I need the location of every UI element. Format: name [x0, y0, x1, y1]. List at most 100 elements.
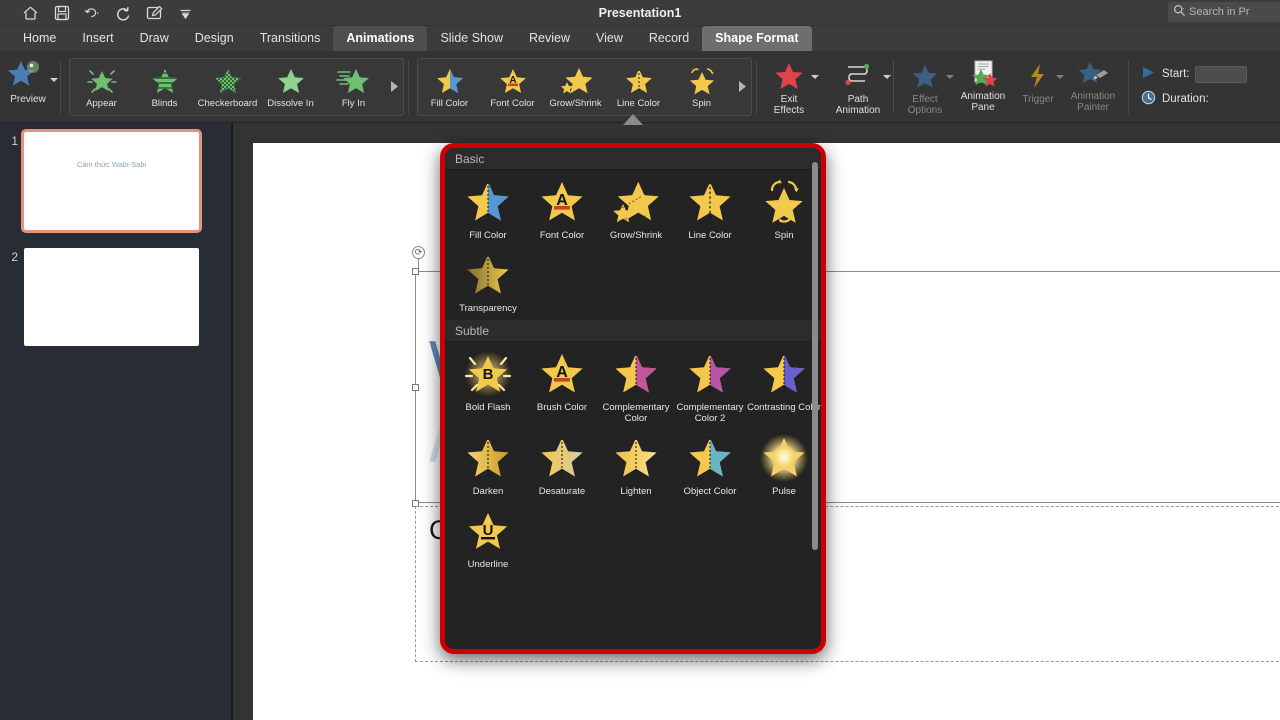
preview-button[interactable]: Preview	[0, 54, 58, 120]
thumbnail-row-2: 2	[2, 248, 199, 346]
dropdown-effect-complementary-color[interactable]: Complementary Color	[599, 346, 673, 428]
effect-appear[interactable]: Appear	[70, 59, 133, 115]
animation-pane-icon	[967, 55, 999, 91]
tab-design[interactable]: Design	[182, 26, 247, 51]
effect-label: Complementary Color 2	[676, 402, 744, 424]
tab-draw[interactable]: Draw	[127, 26, 182, 51]
tab-transitions[interactable]: Transitions	[247, 26, 334, 51]
edit-mode-icon[interactable]	[146, 5, 163, 22]
dropdown-effect-spin[interactable]: Spin	[747, 174, 821, 245]
effect-font-color[interactable]: A Font Color	[481, 59, 544, 115]
start-select[interactable]	[1195, 65, 1248, 83]
dropdown-effect-pulse[interactable]: Pulse	[747, 430, 821, 501]
star-contrasting-color-icon	[757, 346, 811, 402]
motion-path-icon	[841, 58, 875, 94]
tab-view[interactable]: View	[583, 26, 636, 51]
effect-label: Blinds	[151, 97, 178, 109]
slide-thumbnail-1-title: Cảm thức Wabi-Sabi	[76, 160, 147, 169]
chevron-down-icon[interactable]	[50, 70, 58, 88]
path-animation-button[interactable]: Path Animation	[827, 51, 891, 122]
effect-label: Object Color	[683, 486, 737, 497]
undo-icon[interactable]	[84, 5, 101, 22]
rotate-handle-icon[interactable]: ⟳	[412, 246, 425, 259]
customize-toolbar-icon[interactable]	[177, 5, 194, 22]
chevron-down-icon[interactable]	[883, 67, 891, 85]
search-icon	[1173, 4, 1186, 20]
effect-label: Checkerboard	[197, 97, 258, 109]
star-font-color-icon: A	[495, 65, 531, 98]
animation-pane-label-line2: Pane	[971, 102, 995, 113]
dropdown-effect-fill-color[interactable]: Fill Color	[451, 174, 525, 245]
tab-animations[interactable]: Animations	[333, 26, 428, 51]
animation-pane-button[interactable]: Animation Pane	[952, 51, 1014, 117]
star-line-color-icon	[621, 65, 657, 98]
dropdown-effect-contrasting-color[interactable]: Contrasting Color	[747, 346, 821, 428]
dropdown-effect-lighten[interactable]: Lighten	[599, 430, 673, 501]
thumbnail-row-1: 1 Cảm thức Wabi-Sabi	[2, 129, 202, 233]
ribbon-group-entrance-effects: Appear Blinds Checkerboard Dissolve In F…	[65, 51, 404, 122]
dropdown-effect-brush-color[interactable]: A Brush Color	[525, 346, 599, 428]
save-icon[interactable]	[53, 5, 70, 22]
effect-options-button[interactable]: Effect Options	[898, 51, 954, 122]
tab-insert[interactable]: Insert	[69, 26, 126, 51]
effect-fill-color[interactable]: Fill Color	[418, 59, 481, 115]
effect-blinds[interactable]: Blinds	[133, 59, 196, 115]
ribbon-group-emphasis-effects: Fill Color A Font Color Grow/Shrink Line…	[413, 51, 752, 122]
duration-label: Duration:	[1162, 92, 1209, 105]
emphasis-gallery-more-icon[interactable]	[733, 59, 751, 115]
chevron-down-icon[interactable]	[946, 67, 954, 85]
effect-label: Fill Color	[430, 97, 469, 109]
exit-effects-button[interactable]: Exit Effects	[761, 51, 819, 122]
trigger-button[interactable]: Trigger	[1014, 51, 1064, 122]
star-font-color-icon: A	[535, 174, 589, 230]
title-bar: Presentation1 Search in Pr	[0, 0, 1280, 26]
star-line-color-icon	[683, 174, 737, 230]
dropdown-effect-desaturate[interactable]: Desaturate	[525, 430, 599, 501]
dropdown-effect-grow-shrink[interactable]: Grow/Shrink	[599, 174, 673, 245]
chevron-down-icon[interactable]	[811, 67, 819, 85]
dropdown-effect-complementary-color-2[interactable]: Complementary Color 2	[673, 346, 747, 428]
effect-label: Line Color	[616, 97, 661, 109]
tab-review[interactable]: Review	[516, 26, 583, 51]
dropdown-effect-bold-flash[interactable]: B Bold Flash	[451, 346, 525, 428]
dropdown-effect-darken[interactable]: Darken	[451, 430, 525, 501]
effect-checkerboard[interactable]: Checkerboard	[196, 59, 259, 115]
effect-line-color[interactable]: Line Color	[607, 59, 670, 115]
resize-handle-middle-left[interactable]	[412, 384, 419, 391]
effect-dissolve-in[interactable]: Dissolve In	[259, 59, 322, 115]
ribbon-separator	[1128, 59, 1129, 114]
star-fill-color-icon	[461, 174, 515, 230]
dropdown-effect-transparency[interactable]: Transparency	[451, 247, 525, 318]
tab-record[interactable]: Record	[636, 26, 702, 51]
slide-thumbnail-2[interactable]	[24, 248, 199, 346]
dropdown-effect-font-color[interactable]: A Font Color	[525, 174, 599, 245]
chevron-down-icon[interactable]	[1056, 67, 1064, 85]
effect-grow-shrink[interactable]: Grow/Shrink	[544, 59, 607, 115]
home-icon[interactable]	[22, 5, 39, 22]
effect-label: Brush Color	[536, 402, 588, 413]
dropdown-effect-underline[interactable]: U Underline	[451, 503, 525, 574]
slide-thumbnail-1[interactable]: Cảm thức Wabi-Sabi	[21, 129, 202, 233]
effect-label: Grow/Shrink	[609, 230, 663, 241]
play-icon	[1141, 66, 1156, 82]
dropdown-effect-object-color[interactable]: Object Color	[673, 430, 747, 501]
effect-spin[interactable]: Spin	[670, 59, 733, 115]
entrance-gallery-more-icon[interactable]	[385, 59, 403, 115]
effect-fly-in[interactable]: Fly In	[322, 59, 385, 115]
star-darken-icon	[461, 430, 515, 486]
dropdown-scrollbar-thumb[interactable]	[812, 162, 818, 550]
effect-label: Pulse	[772, 486, 796, 497]
star-fill-color-icon	[432, 65, 468, 98]
star-object-color-icon	[683, 430, 737, 486]
tab-slide-show[interactable]: Slide Show	[427, 26, 516, 51]
resize-handle-top-left[interactable]	[412, 268, 419, 275]
tab-shape-format[interactable]: Shape Format	[702, 26, 812, 51]
effect-label: Spin	[774, 230, 794, 241]
dropdown-effect-line-color[interactable]: Line Color	[673, 174, 747, 245]
ribbon-separator	[756, 59, 757, 114]
effect-options-label-line1: Effect	[912, 93, 938, 105]
redo-icon[interactable]	[115, 5, 132, 22]
animation-painter-button[interactable]: Animation Painter	[1062, 51, 1124, 117]
search-input[interactable]: Search in Pr	[1168, 2, 1280, 22]
tab-home[interactable]: Home	[10, 26, 69, 51]
